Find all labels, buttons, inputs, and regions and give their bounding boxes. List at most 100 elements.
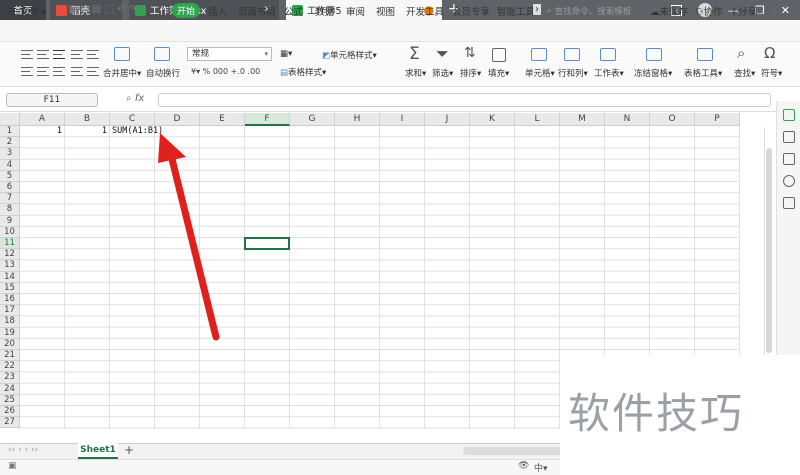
row-header-7[interactable]: 7 xyxy=(0,193,20,205)
column-header-P[interactable]: P xyxy=(695,113,740,126)
unsaved-status[interactable]: ☁未保存 xyxy=(650,4,688,18)
formula-tools[interactable]: ⌕ fx xyxy=(126,93,144,104)
cell-button[interactable]: 单元格▾ xyxy=(525,67,555,79)
row-header-4[interactable]: 4 xyxy=(0,159,20,171)
row-header-15[interactable]: 15 xyxy=(0,282,20,294)
conditional-format-button[interactable]: ▦▾ xyxy=(280,49,292,59)
worksheet-icon[interactable] xyxy=(600,48,616,61)
column-header-I[interactable]: I xyxy=(380,113,425,126)
tab-start[interactable]: 开始 xyxy=(172,3,200,18)
row-header-8[interactable]: 8 xyxy=(0,204,20,216)
row-header-5[interactable]: 5 xyxy=(0,170,20,182)
quick-access-icons[interactable]: ▣ ⎙ ▤ ⬚ ↶ ↷ ▾ xyxy=(68,4,145,15)
column-header-G[interactable]: G xyxy=(290,113,335,126)
zoom-icon[interactable]: ⌕ xyxy=(126,93,132,104)
row-header-22[interactable]: 22 xyxy=(0,361,20,373)
view-icon[interactable]: 👁 xyxy=(518,461,529,471)
file-menu[interactable]: ☰ 文件 ▾ xyxy=(8,4,46,18)
align-bottom-icon[interactable] xyxy=(53,50,65,59)
tab-insert[interactable]: 插入 xyxy=(208,4,227,18)
find-button[interactable]: 查找▾ xyxy=(734,67,755,79)
merge-center-icon[interactable] xyxy=(114,47,130,61)
row-header-6[interactable]: 6 xyxy=(0,182,20,194)
thousands-button[interactable]: 000 xyxy=(213,67,228,76)
vertical-scroll-thumb[interactable] xyxy=(766,148,772,353)
row-header-25[interactable]: 25 xyxy=(0,394,20,406)
fill-button[interactable]: 填充▾ xyxy=(488,67,509,79)
column-header-C[interactable]: C xyxy=(110,113,155,126)
sidebar-backup-icon[interactable] xyxy=(783,197,795,209)
filter-icon[interactable]: ⏷ xyxy=(436,44,449,64)
row-header-19[interactable]: 19 xyxy=(0,327,20,339)
column-header-M[interactable]: M xyxy=(560,113,605,126)
sheet-tab-sheet1[interactable]: Sheet1 xyxy=(78,443,118,459)
merge-center-button[interactable]: 合并居中▾ xyxy=(103,67,141,79)
horizontal-scrollbar[interactable] xyxy=(463,447,563,455)
column-header-O[interactable]: O xyxy=(650,113,695,126)
tab-formula[interactable]: 公式 xyxy=(284,4,303,18)
sort-icon[interactable]: ⇅ xyxy=(464,45,476,61)
currency-symbol-button[interactable]: ¥ xyxy=(191,67,196,76)
symbol-button[interactable]: 符号▾ xyxy=(761,67,782,79)
tab-smart-tools[interactable]: 智能工具箱 xyxy=(497,4,537,18)
tab-developer[interactable]: 开发工具 xyxy=(406,4,444,18)
cell-B1[interactable]: 1 xyxy=(65,126,107,137)
column-header-F[interactable]: F xyxy=(245,113,290,126)
formula-input[interactable] xyxy=(158,93,771,107)
number-format-select[interactable]: 常规 ▾ xyxy=(187,47,272,61)
find-icon[interactable]: ⌕ xyxy=(737,44,745,62)
add-sheet-button[interactable]: + xyxy=(124,443,134,457)
row-header-18[interactable]: 18 xyxy=(0,316,20,328)
wrap-text-icon[interactable] xyxy=(154,47,170,61)
indent-increase-icon[interactable] xyxy=(87,50,99,59)
increase-decimal-button[interactable]: +.0 xyxy=(231,67,245,76)
percent-button[interactable]: % xyxy=(203,67,211,76)
sum-icon[interactable]: Σ xyxy=(409,44,420,64)
row-header-13[interactable]: 13 xyxy=(0,260,20,272)
row-header-17[interactable]: 17 xyxy=(0,305,20,317)
cell-icon[interactable] xyxy=(531,48,547,61)
tab-page-layout[interactable]: 页面布局 xyxy=(238,4,276,18)
sort-button[interactable]: 排序▾ xyxy=(460,67,481,79)
column-header-H[interactable]: H xyxy=(335,113,380,126)
collab-button[interactable]: ⚇协作 xyxy=(695,4,723,18)
sidebar-style-icon[interactable] xyxy=(783,109,795,121)
column-header-K[interactable]: K xyxy=(470,113,515,126)
tab-data[interactable]: 数据 xyxy=(315,4,334,18)
indent-decrease-icon[interactable] xyxy=(71,50,83,59)
table-style-button[interactable]: ▤表格样式▾ xyxy=(280,66,326,78)
row-header-16[interactable]: 16 xyxy=(0,294,20,306)
tab-member[interactable]: 会员专享 xyxy=(452,4,490,18)
distribute-icon[interactable] xyxy=(87,67,99,76)
cell-C1[interactable]: SUM(A1:B1) xyxy=(112,126,163,137)
wrap-text-button[interactable]: 自动换行 xyxy=(146,67,180,79)
justify-icon[interactable] xyxy=(71,67,83,76)
align-middle-icon[interactable] xyxy=(37,50,49,59)
command-search[interactable]: ⌕ 查找命令、搜索模板 xyxy=(547,3,639,18)
align-center-icon[interactable] xyxy=(37,67,49,76)
row-header-23[interactable]: 23 xyxy=(0,372,20,384)
sum-button[interactable]: 求和▾ xyxy=(405,67,426,79)
column-header-J[interactable]: J xyxy=(425,113,470,126)
sidebar-data-icon[interactable] xyxy=(783,153,795,165)
more-tabs-chevron-icon[interactable]: › xyxy=(533,4,541,15)
column-header-E[interactable]: E xyxy=(200,113,245,126)
row-header-2[interactable]: 2 xyxy=(0,137,20,149)
macro-icon[interactable]: ▣ xyxy=(8,461,17,471)
worksheet-button[interactable]: 工作表▾ xyxy=(594,67,624,79)
row-header-21[interactable]: 21 xyxy=(0,350,20,362)
cell-A1[interactable]: 1 xyxy=(20,126,62,137)
row-header-3[interactable]: 3 xyxy=(0,148,20,160)
more-options-icon[interactable]: ⋮ ⌃ xyxy=(770,4,790,15)
column-header-B[interactable]: B xyxy=(65,113,110,126)
freeze-icon[interactable] xyxy=(646,48,662,61)
sidebar-help-icon[interactable] xyxy=(783,175,795,187)
tab-review[interactable]: 审阅 xyxy=(346,4,365,18)
tab-view[interactable]: 视图 xyxy=(376,4,395,18)
align-left-icon[interactable] xyxy=(21,67,33,76)
align-top-icon[interactable] xyxy=(21,50,33,59)
table-tools-button[interactable]: 表格工具▾ xyxy=(684,67,722,79)
share-button[interactable]: ⇪分享 xyxy=(730,4,757,18)
row-col-button[interactable]: 行和列▾ xyxy=(558,67,588,79)
column-header-D[interactable]: D xyxy=(155,113,200,126)
